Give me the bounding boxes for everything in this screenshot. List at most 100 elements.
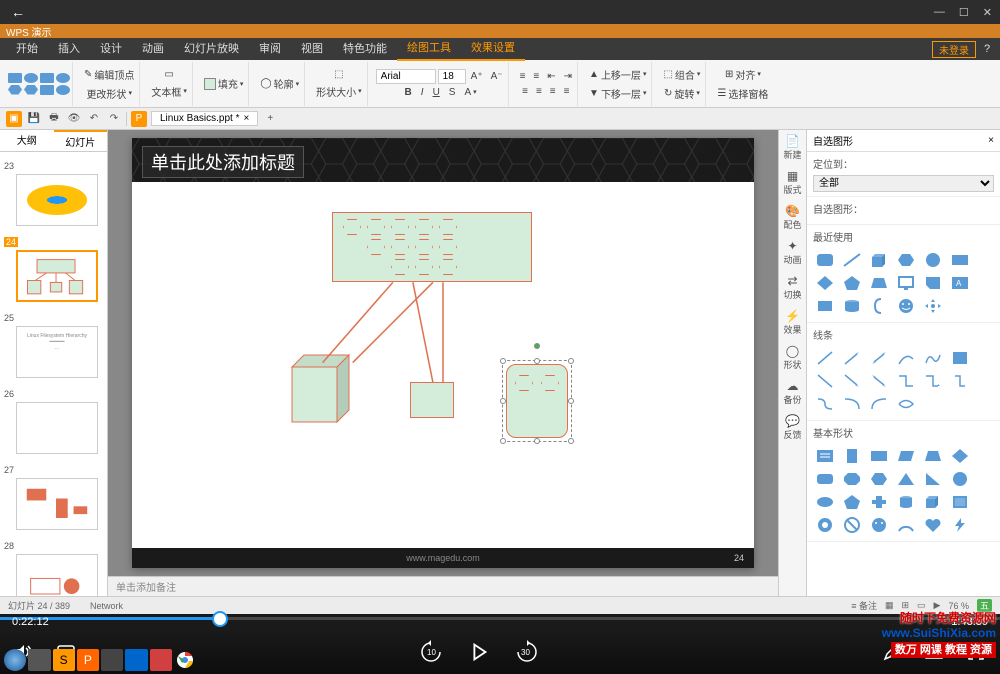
shape-monitor[interactable] [894,273,918,293]
shapes-panel-close-icon[interactable]: × [988,135,994,146]
sidebar-animation[interactable]: ✦动画 [783,239,801,266]
connector-1[interactable] [813,371,837,391]
slide-thumb-23[interactable]: 23 [4,156,103,226]
sidebar-feedback[interactable]: 💬反馈 [783,414,801,441]
slide-body[interactable] [132,182,754,548]
login-button[interactable]: 未登录 [932,41,976,58]
shape-cube[interactable] [867,250,891,270]
tab-review[interactable]: 审阅 [249,38,291,60]
basic-can[interactable] [894,492,918,512]
connector-curved-3[interactable] [867,394,891,414]
line-curve[interactable] [894,348,918,368]
increase-font-button[interactable]: A⁺ [468,70,486,83]
fill-button[interactable]: 填充▾ [201,75,247,92]
tab-view[interactable]: 视图 [291,38,333,60]
slide-thumb-26[interactable]: 26 [4,384,103,454]
connector-curved-1[interactable] [813,394,837,414]
shape-circle[interactable] [921,250,945,270]
ribbon-help-icon[interactable]: ? [980,43,994,55]
connector-2[interactable] [840,371,864,391]
document-tab-close-icon[interactable]: × [244,113,250,124]
textbox-button[interactable]: ▭ [161,68,176,81]
tab-insert[interactable]: 插入 [48,38,90,60]
taskbar-app-4[interactable] [125,649,147,671]
basic-no[interactable] [840,515,864,535]
shape-folded[interactable] [921,273,945,293]
sidebar-shapes[interactable]: ◯形状 [783,344,801,371]
slide-thumbnail-list[interactable]: 23 24 25Linux Filesystem Hierarchy━━━━━.… [0,152,107,596]
cube-shape[interactable] [282,352,362,432]
tab-effect-settings[interactable]: 效果设置 [461,37,525,61]
qat-print-icon[interactable]: 🖶 [46,111,62,127]
basic-right-triangle[interactable] [921,469,945,489]
video-progress-bar[interactable] [0,617,1000,620]
notes-toggle[interactable]: ≡ 备注 [851,599,877,612]
slide-thumb-24[interactable]: 24 [4,232,103,302]
new-tab-button[interactable]: + [262,111,278,127]
tab-drawing-tools[interactable]: 绘图工具 [397,37,461,61]
outline-button[interactable]: ◯轮廓▾ [257,75,302,92]
align-justify-button[interactable]: ≡ [561,85,573,98]
connector-elbow[interactable] [894,371,918,391]
textbox-label[interactable]: 文本框▾ [148,83,190,100]
edit-points-button[interactable]: ✎编辑顶点 [81,66,137,83]
basic-circle2[interactable] [948,469,972,489]
sidebar-transition[interactable]: ⇄切换 [783,274,801,301]
basic-textbox[interactable] [813,446,837,466]
basic-rect[interactable] [867,446,891,466]
shape-rect2[interactable] [813,296,837,316]
zoom-level[interactable]: 76 % [948,601,969,611]
notes-pane[interactable]: 单击添加备注 [108,576,778,596]
basic-bevel[interactable] [948,492,972,512]
selection-pane-button[interactable]: ☰选择窗格 [714,85,771,102]
locate-select[interactable]: 全部 [813,175,994,192]
play-button[interactable] [467,640,491,664]
qat-save-icon[interactable]: 💾 [26,111,42,127]
basic-hexagon[interactable] [867,469,891,489]
document-tab[interactable]: Linux Basics.ppt * × [151,111,258,126]
font-select[interactable] [376,69,436,84]
windows-taskbar[interactable]: S P [0,646,200,674]
basic-pentagon[interactable] [840,492,864,512]
basic-ellipse[interactable] [813,492,837,512]
indent-increase-button[interactable]: ⇥ [561,70,575,83]
slide-thumb-27[interactable]: 27 [4,460,103,530]
shape-diamond[interactable] [813,273,837,293]
change-shape-button[interactable]: 更改形状▾ [83,85,135,102]
qat-home-icon[interactable]: ▣ [6,111,22,127]
basic-lightning[interactable] [948,515,972,535]
view-sorter-icon[interactable]: ⊞ [901,600,909,611]
shape-gallery[interactable] [8,73,70,95]
basic-arc[interactable] [894,515,918,535]
bring-forward-button[interactable]: ▲上移一层▾ [586,66,649,83]
shape-cylinder[interactable] [840,296,864,316]
tab-start[interactable]: 开始 [6,38,48,60]
slide-canvas[interactable]: 单击此处添加标题 [132,138,754,568]
minimize-button[interactable]: — [934,6,945,19]
basic-octagon[interactable] [840,469,864,489]
taskbar-app-3[interactable] [101,649,123,671]
underline-button[interactable]: U [430,86,443,99]
basic-donut[interactable] [813,515,837,535]
view-normal-icon[interactable]: ▦ [885,600,894,611]
tab-features[interactable]: 特色功能 [333,38,397,60]
qat-preview-icon[interactable]: 👁 [66,111,82,127]
slide-thumb-28[interactable]: 28 [4,536,103,596]
shape-move-arrows[interactable] [921,296,945,316]
align-center-button[interactable]: ≡ [533,85,545,98]
slide-title-placeholder[interactable]: 单击此处添加标题 [142,146,304,178]
decrease-font-button[interactable]: A⁻ [488,70,506,83]
basic-parallelogram[interactable] [894,446,918,466]
rounded-block[interactable] [506,364,568,438]
maximize-button[interactable]: ☐ [959,6,969,19]
connector-elbow-double[interactable] [948,371,972,391]
sidebar-backup[interactable]: ☁备份 [783,379,801,406]
tab-slideshow[interactable]: 幻灯片放映 [174,38,249,60]
shape-smiley[interactable] [894,296,918,316]
numbering-button[interactable]: ≡ [530,70,542,83]
connector-curved-2[interactable] [840,394,864,414]
shape-rounded-rect[interactable] [813,250,837,270]
shape-size-label[interactable]: 形状大小▾ [313,83,365,100]
close-button[interactable]: ✕ [983,6,992,19]
sidebar-layout[interactable]: ▦版式 [783,169,801,196]
